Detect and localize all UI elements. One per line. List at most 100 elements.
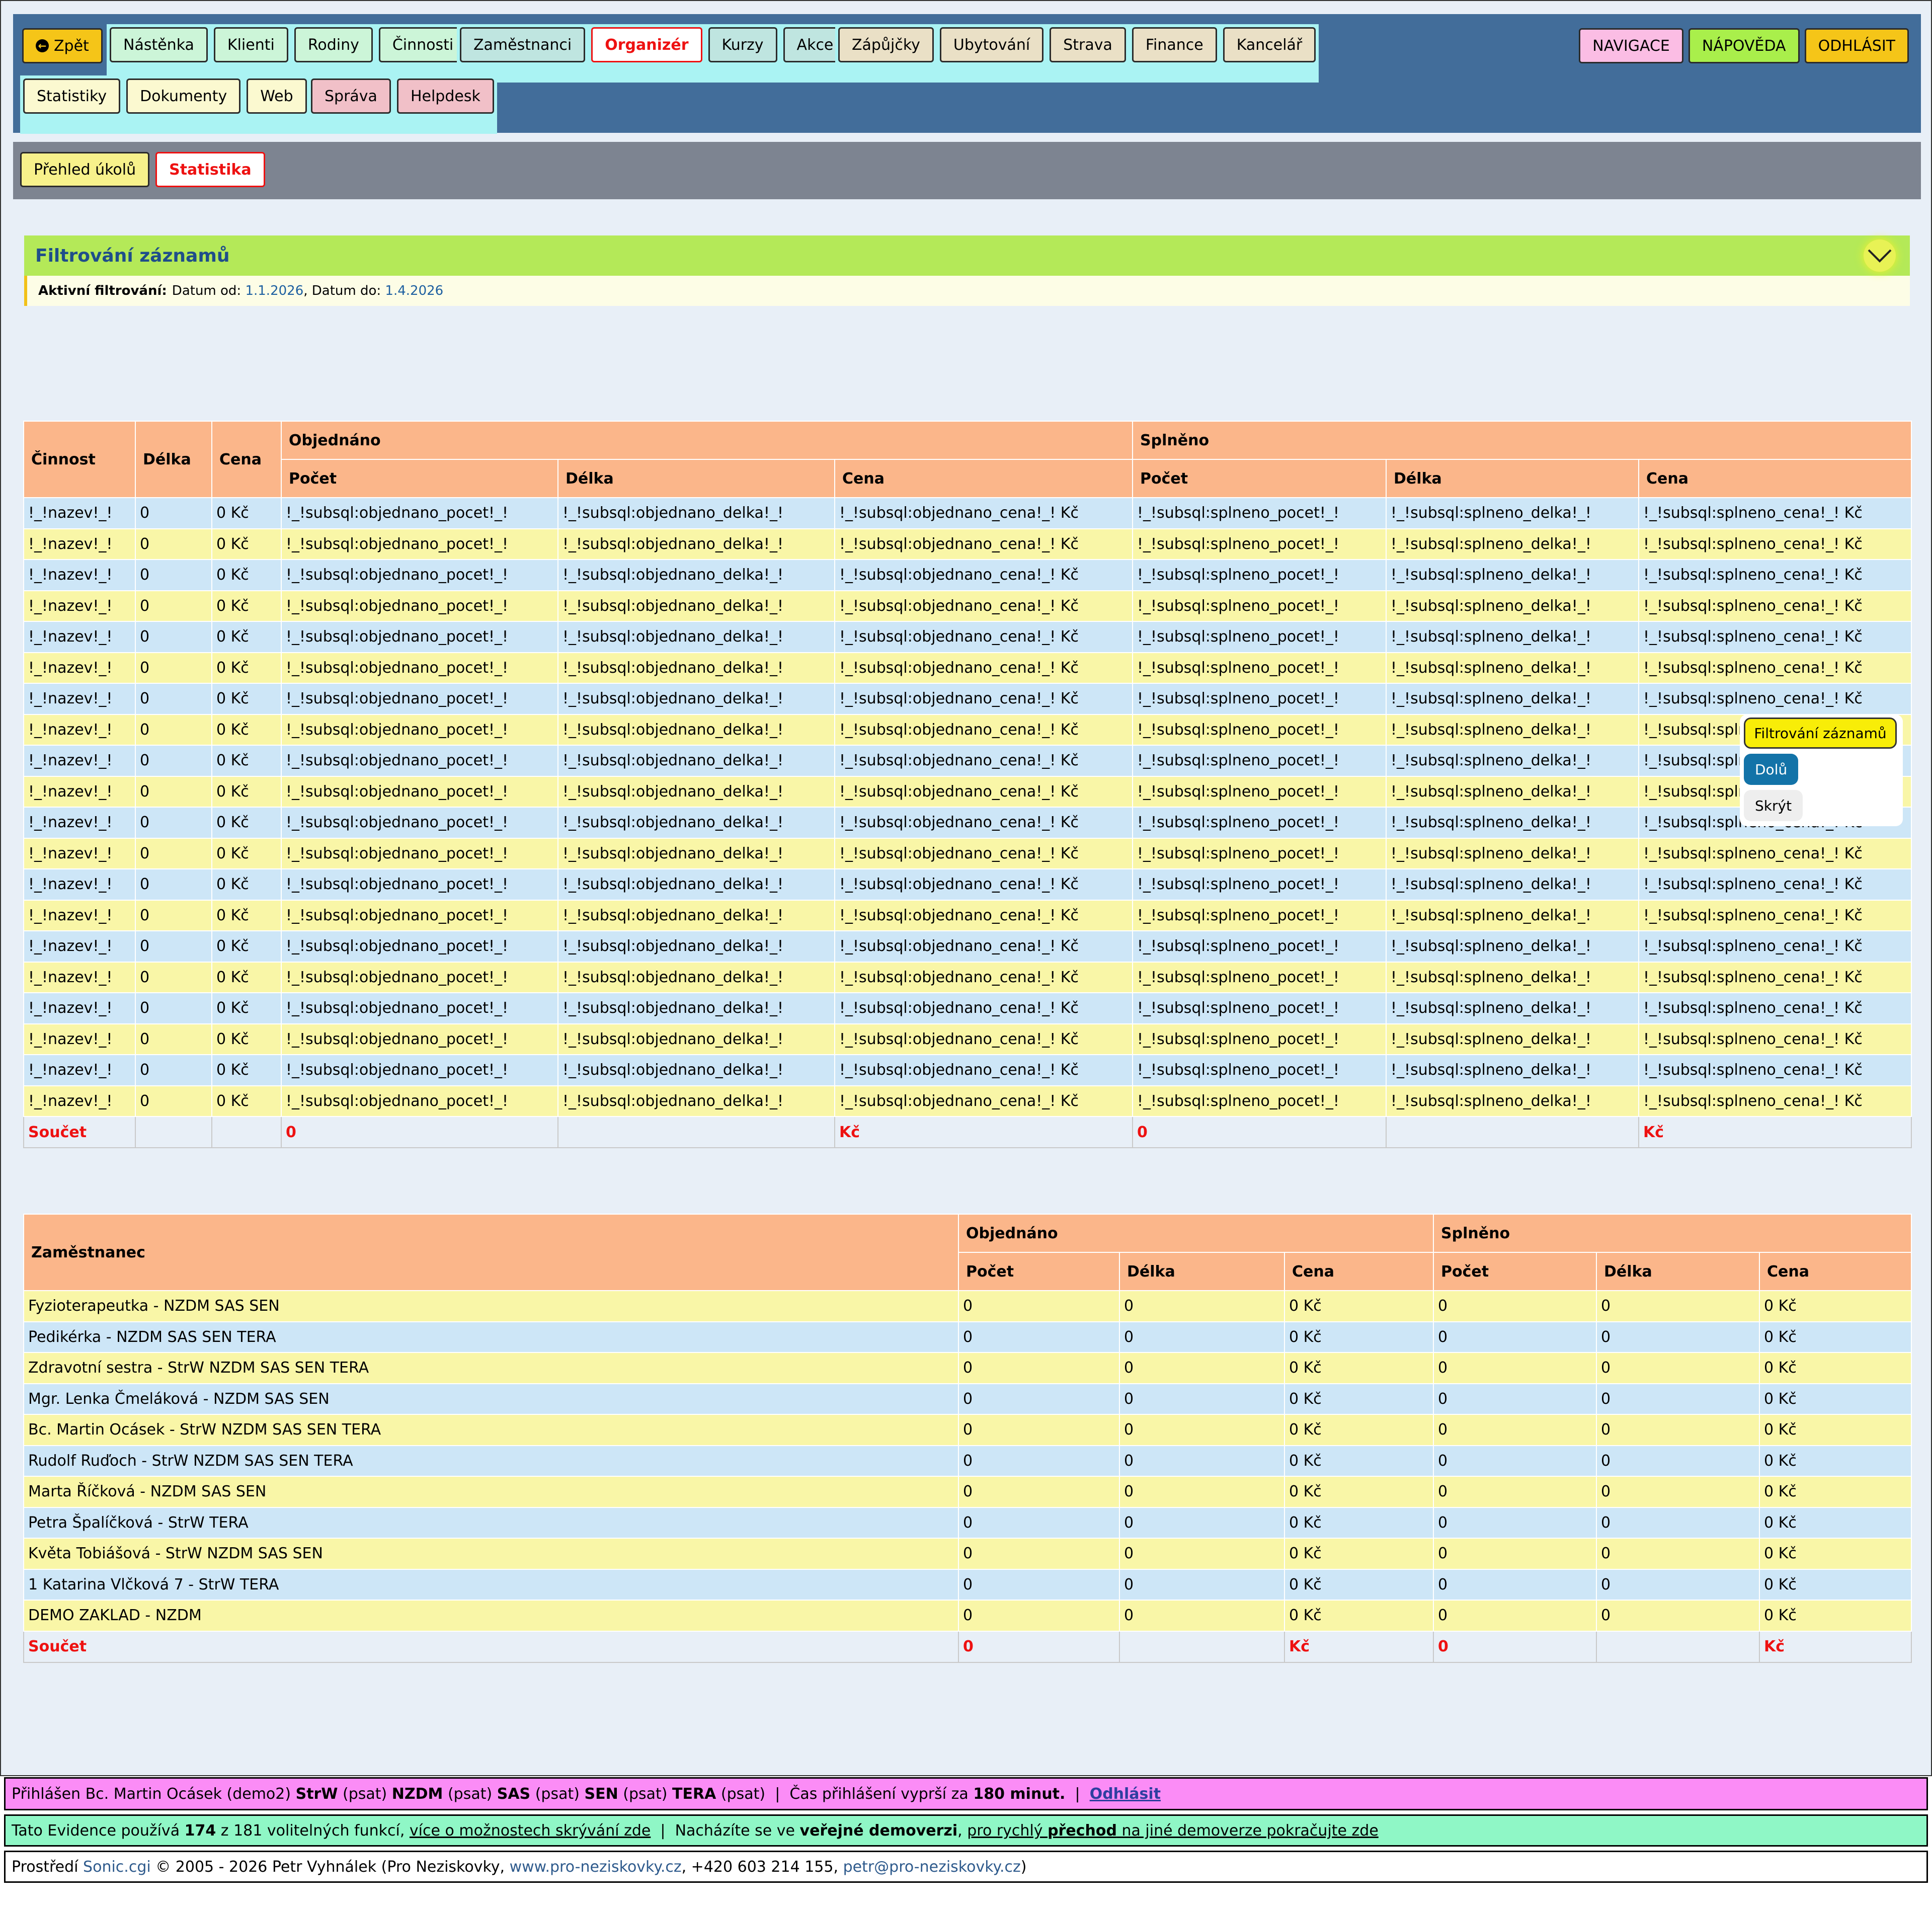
floating-filter-menu: Filtrování záznamů Dolů Skrýt [1740,714,1903,826]
table-cell: !_!subsql:splneno_delka!_! [1386,775,1640,808]
nav-zapujcky-button[interactable]: Zápůjčky [838,27,934,62]
table-cell: !_!subsql:splneno_cena!_! Kč [1638,930,1912,963]
table-cell: 0 [1119,1290,1285,1322]
sum-cell: Součet [23,1630,959,1663]
filter-toggle-button[interactable]: Filtrování záznamů [1744,718,1897,749]
col-group-ordered: Objednáno [280,421,1134,460]
table-cell: !_!subsql:splneno_cena!_! Kč [1638,497,1912,529]
table-cell: 0 [1433,1414,1597,1446]
table-row: !_!nazev!_! 0 0 Kč !_!subsql:objednano_poce… [23,930,1912,963]
table-cell: !_!subsql:splneno_cena!_! Kč [1638,1085,1912,1117]
nav-klienti-button[interactable]: Klienti [213,27,288,62]
table-cell: !_!subsql:objednano_delka!_! [557,590,835,622]
col-group-done: Splněno [1433,1214,1912,1253]
table-cell: !_!nazev!_! [23,1054,136,1086]
nav-finance-button[interactable]: Finance [1132,27,1217,62]
table-cell: 0 Kč [1283,1506,1434,1539]
role-permission: (psat) [343,1785,387,1803]
table-row: Rudolf Ruďoch - StrW NZDM SAS SEN TERA 0 0… [23,1445,1912,1477]
table-cell: 0 [1433,1506,1597,1539]
table-cell: !_!subsql:splneno_delka!_! [1386,590,1640,622]
nav-organizer-button[interactable]: Organizér [591,27,702,62]
table-row: !_!nazev!_! 0 0 Kč !_!subsql:objednano_poce… [23,497,1912,529]
nav-nastenka-button[interactable]: Nástěnka [110,27,208,62]
table-cell: 0 [1596,1383,1760,1415]
logout-link[interactable]: Odhlásit [1090,1785,1161,1803]
navigace-button[interactable]: NAVIGACE [1579,28,1683,63]
table-cell: !_!subsql:objednano_pocet!_! [281,899,558,931]
role-name: TERA [672,1785,716,1803]
nav-kurzy-button[interactable]: Kurzy [708,27,777,62]
col-group-done: Splněno [1132,421,1912,460]
table-cell: 0 Kč [1283,1352,1434,1384]
role-permission: (psat) [535,1785,580,1803]
table-row: !_!nazev!_! 0 0 Kč !_!subsql:objednano_poce… [23,807,1912,839]
table-row: !_!nazev!_! 0 0 Kč !_!subsql:objednano_poce… [23,559,1912,591]
nav-group-organizer: Zaměstnanci Organizér Kurzy Akce [457,24,850,83]
table-cell: !_!subsql:objednano_pocet!_! [281,683,558,715]
nav-kancelar-button[interactable]: Kancelář [1223,27,1316,62]
nav-helpdesk-button[interactable]: Helpdesk [396,78,494,114]
employee-name: Květa Tobiášová - StrW NZDM SAS SEN [23,1538,959,1570]
table-cell: 0 Kč [1759,1476,1912,1508]
table-cell: 0 [1433,1600,1597,1632]
table-cell: 0 [1433,1445,1597,1477]
sonic-link[interactable]: Sonic.cgi [83,1858,151,1876]
table-cell: 0 Kč [1283,1538,1434,1570]
nav-cinnosti-button[interactable]: Činnosti [378,27,467,62]
table-cell: !_!nazev!_! [23,745,136,777]
table-cell: !_!subsql:objednano_delka!_! [557,899,835,931]
separator: | [1075,1785,1080,1803]
table-cell: !_!subsql:objednano_delka!_! [557,837,835,869]
back-button[interactable]: ← Zpět [22,28,103,63]
hide-button[interactable]: Skrýt [1744,790,1803,821]
nav-ubytovani-button[interactable]: Ubytování [939,27,1044,62]
filter-header[interactable]: Filtrování záznamů [24,235,1910,276]
table-cell: !_!subsql:objednano_delka!_! [557,1023,835,1055]
table-cell: !_!subsql:splneno_pocet!_! [1132,528,1387,560]
nav-sprava-button[interactable]: Správa [311,78,391,114]
table-cell: 0 Kč [1759,1445,1912,1477]
subnav-prehled-ukolu-button[interactable]: Přehled úkolů [20,152,150,187]
table-cell: !_!subsql:objednano_cena!_! Kč [834,559,1134,591]
email-link[interactable]: petr@pro-neziskovky.cz [843,1858,1021,1876]
table-cell: !_!subsql:objednano_cena!_! Kč [834,713,1134,746]
table-cell: !_!subsql:splneno_pocet!_! [1132,652,1387,684]
nav-web-button[interactable]: Web [247,78,307,114]
employee-name: 1 Katarina Vlčková 7 - StrW TERA [23,1568,959,1601]
website-link[interactable]: www.pro-neziskovky.cz [510,1858,682,1876]
table-cell: 0 [1433,1476,1597,1508]
chevron-down-icon[interactable] [1864,240,1896,272]
info-text: Nacházíte se ve [675,1821,795,1840]
hiding-info-link[interactable]: více o možnostech skrývání zde [410,1822,651,1840]
copyright-bar: Prostředí Sonic.cgi © 2005 - 2026 Petr V… [4,1851,1928,1883]
sum-cell: 0 [1132,1116,1387,1148]
table-cell: !_!subsql:objednano_pocet!_! [281,837,558,869]
subnav-statistika-button[interactable]: Statistika [155,152,265,187]
table-cell: !_!subsql:splneno_delka!_! [1386,713,1640,746]
table-cell: !_!subsql:objednano_cena!_! Kč [834,497,1134,529]
napoveda-button[interactable]: NÁPOVĚDA [1688,28,1800,63]
table-row: !_!nazev!_! 0 0 Kč !_!subsql:objednano_poce… [23,528,1912,560]
table-cell: !_!subsql:objednano_pocet!_! [281,961,558,993]
odhlasit-button[interactable]: ODHLÁSIT [1804,28,1909,63]
nav-strava-button[interactable]: Strava [1050,27,1126,62]
table-cell: 0 Kč [211,837,282,869]
demo-switch-link[interactable]: pro rychlý přechod na jiné demoverze pok… [967,1822,1379,1840]
col-done-length: Délka [1596,1252,1760,1291]
nav-rodiny-button[interactable]: Rodiny [294,27,373,62]
nav-statistiky-button[interactable]: Statistiky [23,78,121,114]
col-group-ordered: Objednáno [957,1214,1434,1253]
table-cell: !_!subsql:splneno_delka!_! [1386,528,1640,560]
table-cell: 0 [1596,1445,1760,1477]
table-cell: 0 [1119,1600,1285,1632]
nav-dokumenty-button[interactable]: Dokumenty [126,78,241,114]
table-cell: 0 [135,961,212,993]
table-row: !_!nazev!_! 0 0 Kč !_!subsql:objednano_poce… [23,1054,1912,1086]
table-cell: !_!subsql:objednano_delka!_! [557,775,835,808]
scroll-down-button[interactable]: Dolů [1744,754,1799,785]
nav-zamestnanci-button[interactable]: Zaměstnanci [460,27,586,62]
nav-right-buttons: NAVIGACE NÁPOVĚDA ODHLÁSIT [1579,28,1909,63]
table-cell: !_!subsql:splneno_pocet!_! [1132,1023,1387,1055]
table-cell: 0 [1119,1506,1285,1539]
